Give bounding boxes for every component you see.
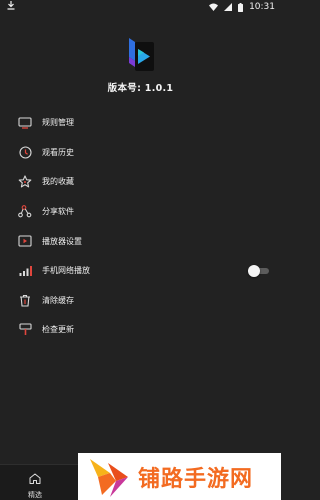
menu-item-clear-cache[interactable]: 清除缓存 xyxy=(0,286,281,316)
menu-item-share[interactable]: 分享软件 xyxy=(0,197,281,227)
trash-icon xyxy=(18,293,32,307)
signal-icon xyxy=(18,264,32,278)
wifi-icon xyxy=(209,3,219,11)
clock-icon xyxy=(18,145,32,159)
status-bar: 10:31 xyxy=(0,0,281,14)
player-icon xyxy=(18,234,32,248)
menu-item-label: 播放器设置 xyxy=(42,236,82,246)
monitor-icon xyxy=(18,116,32,130)
toggle-knob xyxy=(248,264,260,277)
nav-featured-tab[interactable]: 精选 xyxy=(20,469,50,499)
menu-item-rule-management[interactable]: 规则管理 xyxy=(0,108,281,138)
status-time: 10:31 xyxy=(249,2,275,12)
watermark-text: 铺路手游网 xyxy=(138,466,254,492)
menu-item-player-settings[interactable]: 播放器设置 xyxy=(0,226,281,256)
watermark: 铺路手游网 xyxy=(78,453,281,500)
watermark-logo-icon xyxy=(86,455,132,499)
menu-item-check-update[interactable]: 检查更新 xyxy=(0,315,281,345)
home-icon xyxy=(29,469,41,488)
settings-menu: 规则管理 观看历史 我的收藏 分享软件 播放器设置 手机网络播放 清除缓存 检查… xyxy=(0,108,281,345)
menu-item-label: 分享软件 xyxy=(42,207,74,217)
version-text: 版本号: 1.0.1 xyxy=(107,83,174,94)
menu-item-label: 规则管理 xyxy=(42,118,74,128)
download-icon xyxy=(7,1,15,13)
nav-featured-label: 精选 xyxy=(28,491,42,499)
star-icon xyxy=(18,175,32,189)
menu-item-label: 手机网络播放 xyxy=(42,266,90,276)
menu-item-watch-history[interactable]: 观看历史 xyxy=(0,138,281,168)
mobile-network-toggle[interactable] xyxy=(248,264,270,277)
app-logo-icon xyxy=(126,37,155,72)
menu-item-mobile-network-play[interactable]: 手机网络播放 xyxy=(0,256,281,286)
battery-icon xyxy=(238,2,244,12)
menu-item-label: 清除缓存 xyxy=(42,295,74,305)
menu-item-label: 我的收藏 xyxy=(42,177,74,187)
cell-signal-icon xyxy=(224,3,233,11)
hammer-icon xyxy=(18,323,32,337)
share-icon xyxy=(18,205,32,219)
menu-item-favorites[interactable]: 我的收藏 xyxy=(0,167,281,197)
menu-item-label: 观看历史 xyxy=(42,147,74,157)
menu-item-label: 检查更新 xyxy=(42,325,74,335)
